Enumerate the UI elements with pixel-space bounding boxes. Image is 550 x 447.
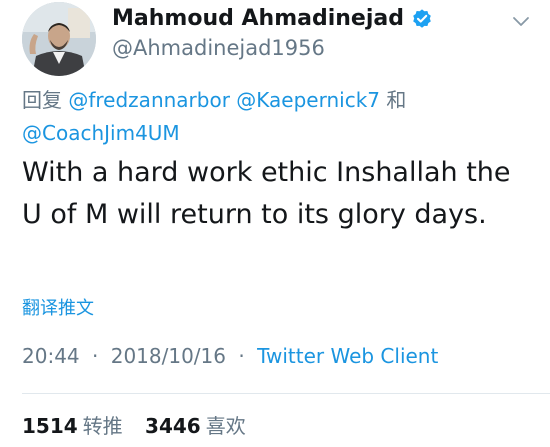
retweets-count: 1514 <box>22 414 78 438</box>
reply-prefix: 回复 <box>22 88 62 112</box>
tweet-metadata: 20:44 · 2018/10/16 · Twitter Web Client <box>22 344 438 368</box>
tweet-stats: 1514 转推 3446 喜欢 <box>22 410 262 439</box>
tweet-date[interactable]: 2018/10/16 <box>111 344 226 368</box>
avatar-photo <box>22 2 96 76</box>
tweet-time[interactable]: 20:44 <box>22 344 80 368</box>
likes-count: 3446 <box>145 414 201 438</box>
mention-link[interactable]: @CoachJim4UM <box>22 121 180 145</box>
author-name-row[interactable]: Mahmoud Ahmadinejad <box>112 6 433 31</box>
tweet-card: Mahmoud Ahmadinejad @Ahmadinejad1956 回复 … <box>0 0 550 447</box>
translate-tweet-link[interactable]: 翻译推文 <box>22 294 94 320</box>
chevron-down-icon[interactable] <box>510 10 532 32</box>
reply-conjunction: 和 <box>386 88 407 112</box>
retweets-stat[interactable]: 1514 转推 <box>22 414 145 438</box>
author-handle[interactable]: @Ahmadinejad1956 <box>112 36 325 60</box>
avatar[interactable] <box>22 2 96 76</box>
meta-separator: · <box>238 344 245 368</box>
author-display-name[interactable]: Mahmoud Ahmadinejad <box>112 6 404 31</box>
tweet-text: With a hard work ethic Inshallah the U o… <box>22 157 511 230</box>
verified-badge-icon <box>413 8 431 28</box>
meta-separator: · <box>92 344 99 368</box>
mention-link[interactable]: @fredzannarbor <box>68 88 230 112</box>
mention-link[interactable]: @Kaepernick7 <box>236 88 380 112</box>
likes-label: 喜欢 <box>205 414 246 438</box>
likes-stat[interactable]: 3446 喜欢 <box>145 414 262 438</box>
retweets-label: 转推 <box>82 414 123 438</box>
reply-context: 回复 @fredzannarbor @Kaepernick7 和 @CoachJ… <box>22 84 532 150</box>
divider <box>22 393 550 394</box>
tweet-source-link[interactable]: Twitter Web Client <box>257 344 438 368</box>
